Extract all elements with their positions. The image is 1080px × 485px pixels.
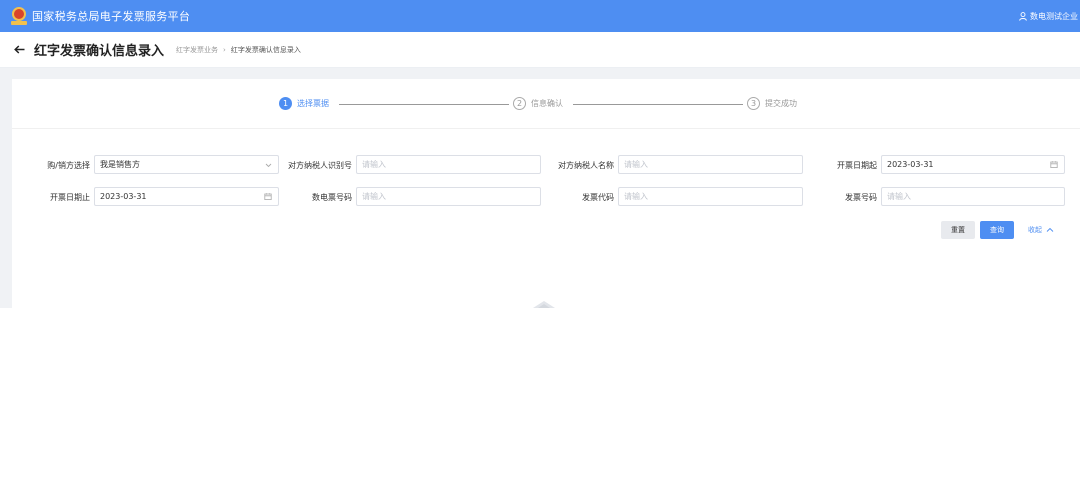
invoice-no-label: 发票号码	[845, 193, 877, 202]
invoice-code-label: 发票代码	[582, 193, 614, 202]
step-connector	[339, 104, 509, 105]
counter-tax-id-label: 对方纳税人识别号	[288, 161, 352, 170]
back-button[interactable]	[12, 43, 26, 57]
user-menu[interactable]: 数电测试企业	[1019, 0, 1078, 32]
step-2-label: 信息确认	[531, 99, 563, 108]
user-icon	[1019, 11, 1027, 21]
reset-button[interactable]: 重置	[941, 221, 975, 239]
page-title: 红字发票确认信息录入	[34, 44, 165, 59]
counter-tax-id-input[interactable]: 请输入	[356, 155, 541, 174]
main-card: 1 选择票据 2 信息确认 3 提交成功 购/销方选择 我是销售方 对方纳税人识…	[12, 79, 1080, 308]
collapse-button[interactable]: 收起	[1024, 221, 1058, 239]
step-indicator: 1 选择票据 2 信息确认 3 提交成功	[12, 79, 1080, 129]
buyer-seller-label: 购/销方选择	[47, 161, 90, 170]
invoice-no-placeholder: 请输入	[887, 192, 911, 201]
buyer-seller-select[interactable]: 我是销售方	[94, 155, 279, 174]
breadcrumb-item-red-invoice[interactable]: 红字发票业务	[176, 45, 218, 55]
user-name: 数电测试企业	[1030, 11, 1078, 21]
step-3-label: 提交成功	[765, 99, 797, 108]
app-title: 国家税务总局电子发票服务平台	[32, 10, 191, 23]
breadcrumb-item-current: 红字发票确认信息录入	[230, 45, 301, 54]
chevron-up-icon	[1046, 227, 1054, 232]
date-from-picker[interactable]: 2023-03-31	[881, 155, 1065, 174]
step-1: 1 选择票据	[279, 97, 329, 110]
counter-name-label: 对方纳税人名称	[558, 161, 614, 170]
tax-emblem-logo	[10, 6, 28, 26]
counter-name-placeholder: 请输入	[624, 160, 648, 169]
date-to-label: 开票日期止	[50, 193, 90, 202]
invoice-code-placeholder: 请输入	[624, 192, 648, 201]
buyer-seller-value: 我是销售方	[100, 160, 140, 169]
calendar-icon	[1050, 161, 1058, 168]
breadcrumb-separator: ›	[223, 45, 226, 54]
chevron-down-icon	[265, 163, 272, 168]
top-bar: 国家税务总局电子发票服务平台 数电测试企业	[0, 0, 1080, 32]
arrow-left-icon	[13, 45, 24, 54]
step-3: 3 提交成功	[747, 97, 797, 110]
step-3-number: 3	[747, 97, 760, 110]
digital-invoice-no-input[interactable]: 请输入	[356, 187, 541, 206]
digital-invoice-no-label: 数电票号码	[312, 193, 352, 202]
digital-invoice-no-placeholder: 请输入	[362, 192, 386, 201]
date-to-picker[interactable]: 2023-03-31	[94, 187, 279, 206]
invoice-no-input[interactable]: 请输入	[881, 187, 1065, 206]
invoice-code-input[interactable]: 请输入	[618, 187, 803, 206]
step-2: 2 信息确认	[513, 97, 563, 110]
step-2-number: 2	[513, 97, 526, 110]
date-from-value: 2023-03-31	[887, 160, 934, 169]
page-header: 红字发票确认信息录入 红字发票业务 › 红字发票确认信息录入	[0, 32, 1080, 68]
empty-state-icon	[533, 301, 555, 308]
counter-name-input[interactable]: 请输入	[618, 155, 803, 174]
collapse-label: 收起	[1028, 226, 1042, 234]
step-1-label: 选择票据	[297, 99, 329, 108]
query-button[interactable]: 查询	[980, 221, 1014, 239]
counter-tax-id-placeholder: 请输入	[362, 160, 386, 169]
step-1-number: 1	[279, 97, 292, 110]
step-connector	[573, 104, 743, 105]
calendar-icon	[264, 193, 272, 200]
date-from-label: 开票日期起	[837, 161, 877, 170]
date-to-value: 2023-03-31	[100, 192, 147, 201]
